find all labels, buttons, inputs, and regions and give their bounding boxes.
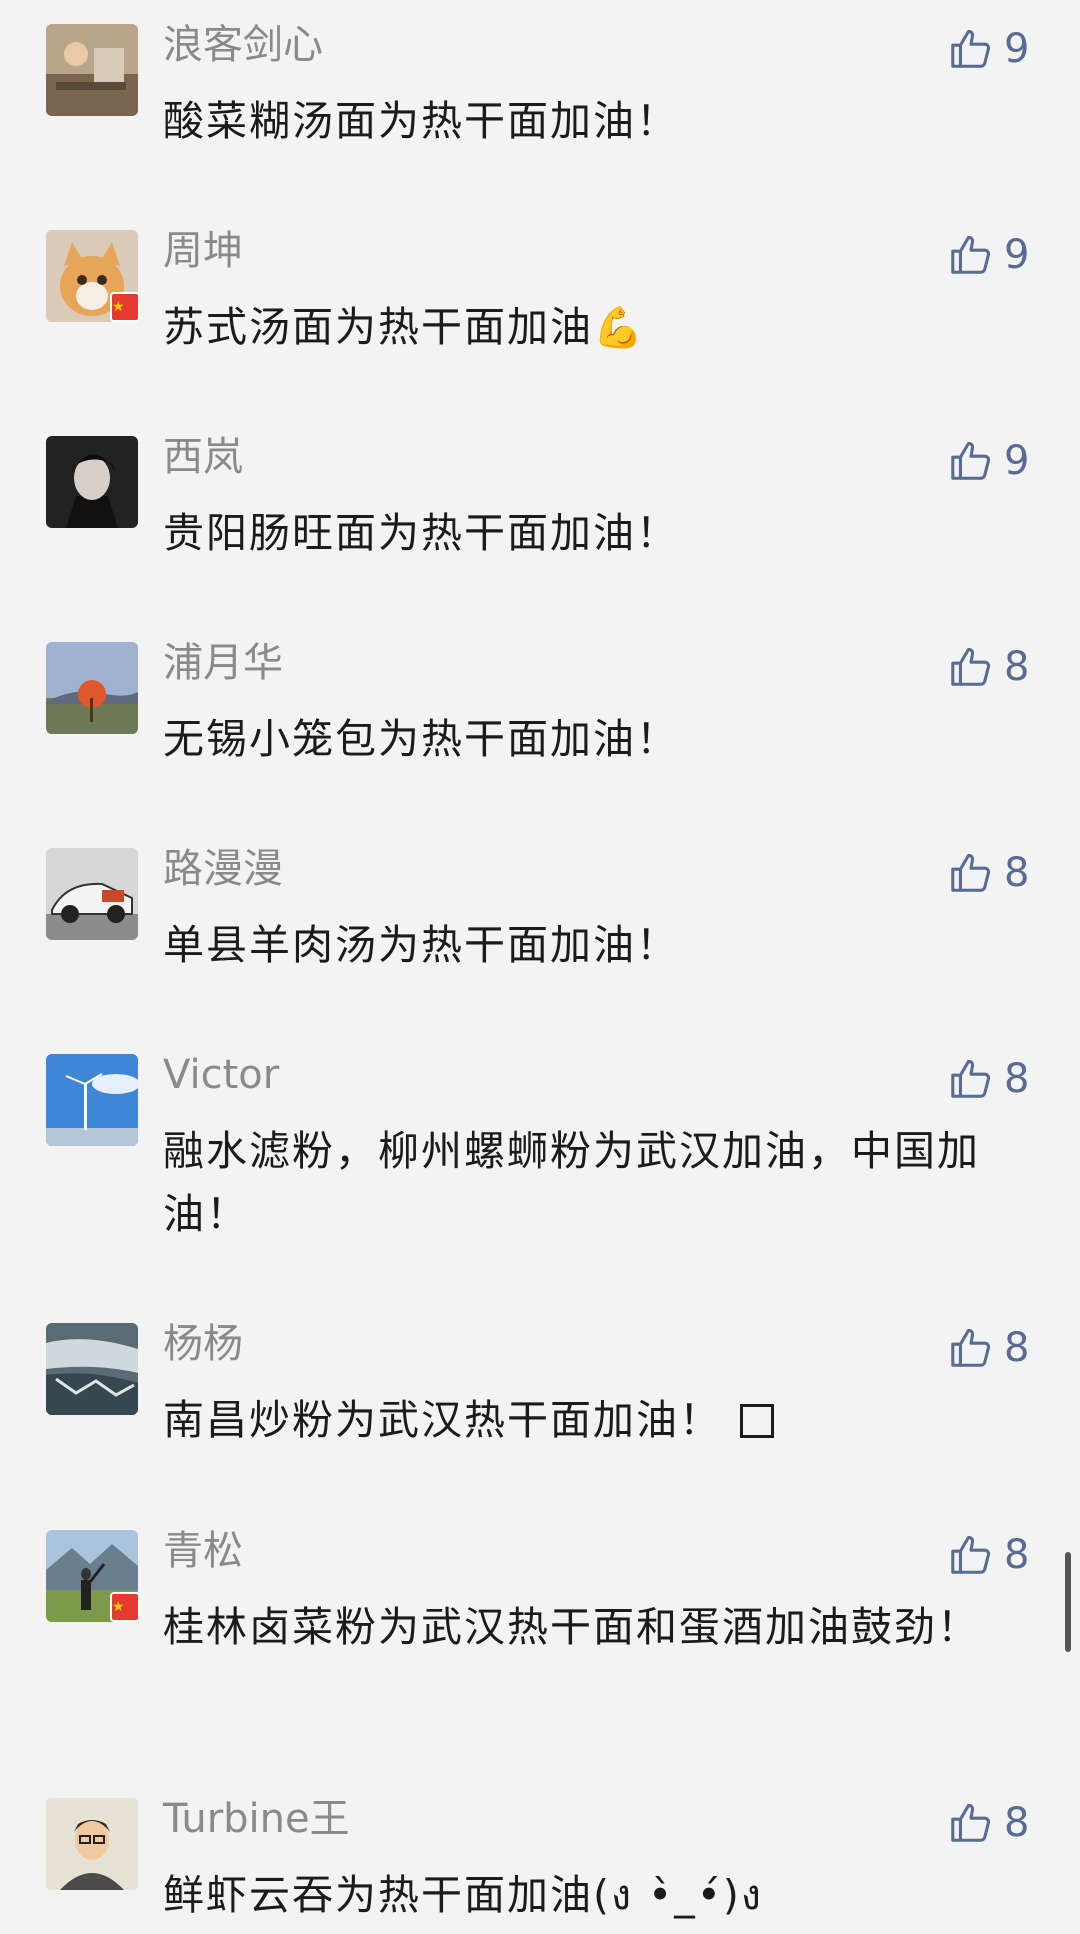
avatar[interactable] — [46, 1323, 138, 1415]
comment-author[interactable]: 周坤 — [163, 226, 243, 276]
like-button[interactable]: 9 — [948, 24, 1038, 74]
comment-author[interactable]: 浪客剑心 — [163, 20, 323, 70]
like-button[interactable]: 8 — [948, 1054, 1038, 1104]
comment-author[interactable]: 路漫漫 — [163, 844, 283, 894]
like-button[interactable]: 8 — [948, 848, 1038, 898]
comment-text-body: 南昌炒粉为武汉热干面加油！ — [163, 1396, 722, 1444]
thumbs-up-icon — [951, 647, 991, 686]
like-button[interactable]: 9 — [948, 230, 1038, 280]
comment-author[interactable]: 浦月华 — [163, 638, 283, 688]
avatar[interactable] — [46, 642, 138, 734]
comment-author[interactable]: 青松 — [163, 1526, 243, 1576]
comment-text: 酸菜糊汤面为热干面加油！ — [163, 97, 679, 145]
like-count: 8 — [1004, 1800, 1030, 1846]
like-button[interactable]: 8 — [948, 1530, 1038, 1580]
china-flag-icon: ★ — [110, 1592, 140, 1622]
comment-author[interactable]: Victor — [163, 1050, 279, 1100]
comment-text: 无锡小笼包为热干面加油！ — [163, 715, 679, 763]
avatar[interactable] — [46, 1054, 138, 1146]
thumbs-up-icon — [951, 1328, 991, 1367]
muscle-emoji-icon: 💪 — [593, 305, 645, 351]
scrollbar[interactable] — [1065, 1552, 1071, 1652]
avatar[interactable] — [46, 24, 138, 116]
comment-text: 单县羊肉汤为热干面加油！ — [163, 921, 679, 969]
avatar[interactable] — [46, 848, 138, 940]
comment-text: 南昌炒粉为武汉热干面加油！ — [163, 1389, 1003, 1452]
like-count: 8 — [1004, 1056, 1030, 1102]
comment-text: 鲜虾云吞为热干面加油(ง •̀_•́)ง — [163, 1871, 763, 1919]
like-count: 8 — [1004, 1325, 1030, 1371]
thumbs-up-icon — [951, 853, 991, 892]
like-button[interactable]: 9 — [948, 436, 1038, 486]
comment-text: 贵阳肠旺面为热干面加油！ — [163, 509, 679, 557]
comment-text: 苏式汤面为热干面加油💪 — [163, 296, 1003, 360]
comment-author[interactable]: Turbine王 — [163, 1794, 350, 1844]
comment-list: 浪客剑心 酸菜糊汤面为热干面加油！ 9 ★ 周坤 苏式汤面为热干面加油💪 9 西… — [0, 0, 1080, 1934]
comment-author[interactable]: 杨杨 — [163, 1319, 243, 1369]
like-count: 8 — [1004, 850, 1030, 896]
comment-author[interactable]: 西岚 — [163, 432, 243, 482]
comment-text-body: 苏式汤面为热干面加油 — [163, 303, 593, 351]
avatar[interactable] — [46, 1798, 138, 1890]
china-flag-icon: ★ — [110, 292, 140, 322]
thumbs-up-icon — [951, 1535, 991, 1574]
like-button[interactable]: 8 — [948, 1798, 1038, 1848]
avatar[interactable] — [46, 436, 138, 528]
like-count: 9 — [1004, 232, 1030, 278]
unsupported-emoji-icon — [740, 1404, 774, 1438]
like-count: 8 — [1004, 644, 1030, 690]
thumbs-up-icon — [951, 235, 991, 274]
like-button[interactable]: 8 — [948, 642, 1038, 692]
comment-text: 桂林卤菜粉为武汉热干面和蛋酒加油鼓劲！ — [163, 1603, 980, 1651]
like-count: 9 — [1004, 26, 1030, 72]
like-button[interactable]: 8 — [948, 1323, 1038, 1373]
thumbs-up-icon — [951, 1059, 991, 1098]
thumbs-up-icon — [951, 441, 991, 480]
comment-text: 融水滤粉，柳州螺蛳粉为武汉加油，中国加油！ — [163, 1127, 980, 1238]
thumbs-up-icon — [951, 1803, 991, 1842]
like-count: 8 — [1004, 1532, 1030, 1578]
like-count: 9 — [1004, 438, 1030, 484]
thumbs-up-icon — [951, 29, 991, 68]
